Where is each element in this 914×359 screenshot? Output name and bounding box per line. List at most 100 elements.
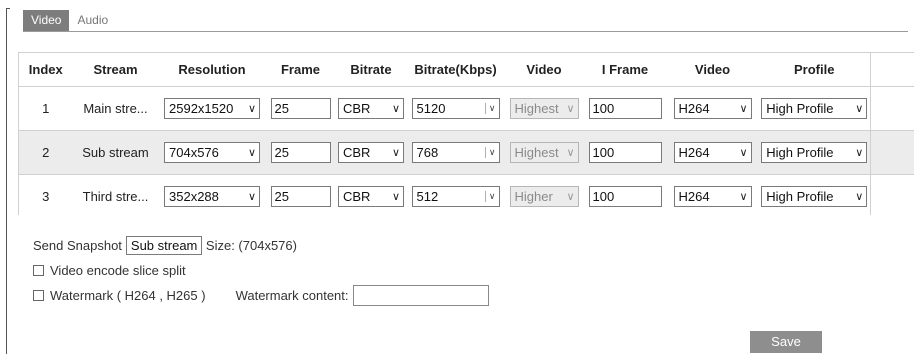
header-index: Index — [18, 52, 73, 87]
bitrate-kbps-combo[interactable]: 768 ∨ — [411, 142, 500, 163]
bitrate-kbps-combo[interactable]: 512 ∨ — [411, 186, 500, 207]
watermark-checkbox[interactable] — [33, 290, 44, 301]
video-codec-value: H264 — [678, 189, 710, 204]
row-spacer — [870, 174, 914, 215]
frame-input[interactable]: 25 — [270, 186, 331, 207]
video-codec-select[interactable]: H264 ∨ — [673, 186, 752, 207]
watermark-row: Watermark ( H264 , H265 ) Watermark cont… — [33, 283, 489, 308]
chevron-down-icon: ∨ — [739, 191, 748, 203]
row-stream-name: Third stre... — [72, 174, 159, 215]
bitrate-mode-select[interactable]: CBR ∨ — [338, 142, 404, 163]
header-profile: Profile — [758, 52, 871, 87]
tab-underline — [23, 31, 908, 32]
chevron-down-icon: ∨ — [391, 147, 400, 159]
profile-value: High Profile — [766, 145, 834, 160]
video-codec-value: H264 — [678, 145, 710, 160]
bitrate-kbps-value: 512 — [416, 189, 439, 204]
tab-audio[interactable]: Audio — [69, 10, 116, 31]
stream-table: Index Stream Resolution Frame Bitrate Bi… — [18, 52, 914, 215]
panel-border — [6, 8, 7, 354]
chevron-down-icon: ∨ — [566, 191, 575, 203]
resolution-select[interactable]: 352x288 ∨ — [164, 186, 260, 207]
snapshot-stream-value: Sub stream — [130, 238, 198, 253]
profile-select[interactable]: High Profile ∨ — [761, 98, 868, 119]
iframe-input[interactable]: 100 — [588, 186, 662, 207]
header-resolution: Resolution — [158, 52, 266, 87]
table-header-row: Index Stream Resolution Frame Bitrate Bi… — [18, 52, 914, 87]
header-stream: Stream — [72, 52, 159, 87]
bitrate-mode-value: CBR — [343, 189, 371, 204]
chevron-down-icon: ∨ — [855, 103, 864, 115]
row-stream-name: Sub stream — [72, 130, 159, 175]
video-codec-select[interactable]: H264 ∨ — [673, 98, 752, 119]
video-codec-value: H264 — [678, 101, 710, 116]
bitrate-mode-select[interactable]: CBR ∨ — [338, 186, 404, 207]
slice-split-label: Video encode slice split — [50, 263, 186, 278]
resolution-value: 2592x1520 — [169, 101, 234, 116]
bitrate-kbps-value: 5120 — [416, 101, 446, 116]
bitrate-mode-value: CBR — [343, 145, 371, 160]
video-codec-select[interactable]: H264 ∨ — [673, 142, 752, 163]
chevron-down-icon: ∨ — [484, 191, 496, 202]
chevron-down-icon: ∨ — [247, 147, 256, 159]
chevron-down-icon: ∨ — [739, 147, 748, 159]
header-bitrate: Bitrate — [335, 52, 407, 87]
slice-split-row: Video encode slice split — [33, 258, 489, 283]
save-button[interactable]: Save — [750, 331, 822, 353]
chevron-down-icon: ∨ — [201, 239, 202, 252]
stream-table-container: Index Stream Resolution Frame Bitrate Bi… — [18, 52, 914, 215]
chevron-down-icon: ∨ — [855, 191, 864, 203]
row-spacer — [870, 130, 914, 175]
video-quality-select: Highest ∨ — [509, 98, 579, 119]
resolution-select[interactable]: 704x576 ∨ — [164, 142, 260, 163]
watermark-content-input[interactable] — [352, 285, 489, 306]
profile-value: High Profile — [766, 189, 834, 204]
header-frame: Frame — [265, 52, 336, 87]
panel-border-tick — [6, 8, 10, 9]
iframe-input[interactable]: 100 — [588, 98, 662, 119]
header-video-codec: Video — [666, 52, 759, 87]
row-spacer — [870, 86, 914, 131]
snapshot-size-text: Size: (704x576) — [205, 238, 297, 253]
watermark-label: Watermark ( H264 , H265 ) — [50, 288, 206, 303]
frame-input[interactable]: 25 — [270, 142, 331, 163]
chevron-down-icon: ∨ — [484, 147, 496, 158]
chevron-down-icon: ∨ — [855, 147, 864, 159]
iframe-input[interactable]: 100 — [588, 142, 662, 163]
bitrate-kbps-combo[interactable]: 5120 ∨ — [411, 98, 500, 119]
bitrate-mode-select[interactable]: CBR ∨ — [338, 98, 404, 119]
table-row: 1 Main stre... 2592x1520 ∨ 25 CBR ∨ 5120 ∨ … — [18, 86, 914, 131]
bitrate-kbps-value: 768 — [416, 145, 439, 160]
resolution-value: 704x576 — [169, 145, 219, 160]
header-bitrate-kbps: Bitrate(Kbps) — [406, 52, 505, 87]
chevron-down-icon: ∨ — [247, 103, 256, 115]
row-index: 3 — [18, 174, 73, 215]
table-row: 2 Sub stream 704x576 ∨ 25 CBR ∨ 768 ∨ Highe… — [18, 130, 914, 175]
resolution-value: 352x288 — [169, 189, 219, 204]
profile-value: High Profile — [766, 101, 834, 116]
resolution-select[interactable]: 2592x1520 ∨ — [164, 98, 260, 119]
row-stream-name: Main stre... — [72, 86, 159, 131]
chevron-down-icon: ∨ — [484, 103, 496, 114]
header-iframe: I Frame — [583, 52, 667, 87]
profile-select[interactable]: High Profile ∨ — [761, 186, 868, 207]
video-quality-select: Highest ∨ — [509, 142, 579, 163]
chevron-down-icon: ∨ — [739, 103, 748, 115]
snapshot-row: Send Snapshot Sub stream∨ Size: (704x576… — [33, 233, 489, 258]
profile-select[interactable]: High Profile ∨ — [761, 142, 868, 163]
tab-video[interactable]: Video — [23, 10, 70, 31]
video-quality-value: Higher — [514, 189, 553, 204]
row-index: 2 — [18, 130, 73, 175]
video-quality-select: Higher ∨ — [509, 186, 579, 207]
header-video-quality: Video — [504, 52, 584, 87]
row-index: 1 — [18, 86, 73, 131]
frame-input[interactable]: 25 — [270, 98, 331, 119]
watermark-content-label: Watermark content: — [235, 288, 349, 303]
table-row: 3 Third stre... 352x288 ∨ 25 CBR ∨ 512 ∨ Hi… — [18, 174, 914, 215]
slice-split-checkbox[interactable] — [33, 265, 44, 276]
options-area: Send Snapshot Sub stream∨ Size: (704x576… — [33, 233, 489, 308]
chevron-down-icon: ∨ — [566, 147, 575, 159]
snapshot-label: Send Snapshot — [33, 238, 122, 253]
header-spacer — [870, 52, 914, 87]
snapshot-stream-select[interactable]: Sub stream∨ — [125, 236, 202, 255]
